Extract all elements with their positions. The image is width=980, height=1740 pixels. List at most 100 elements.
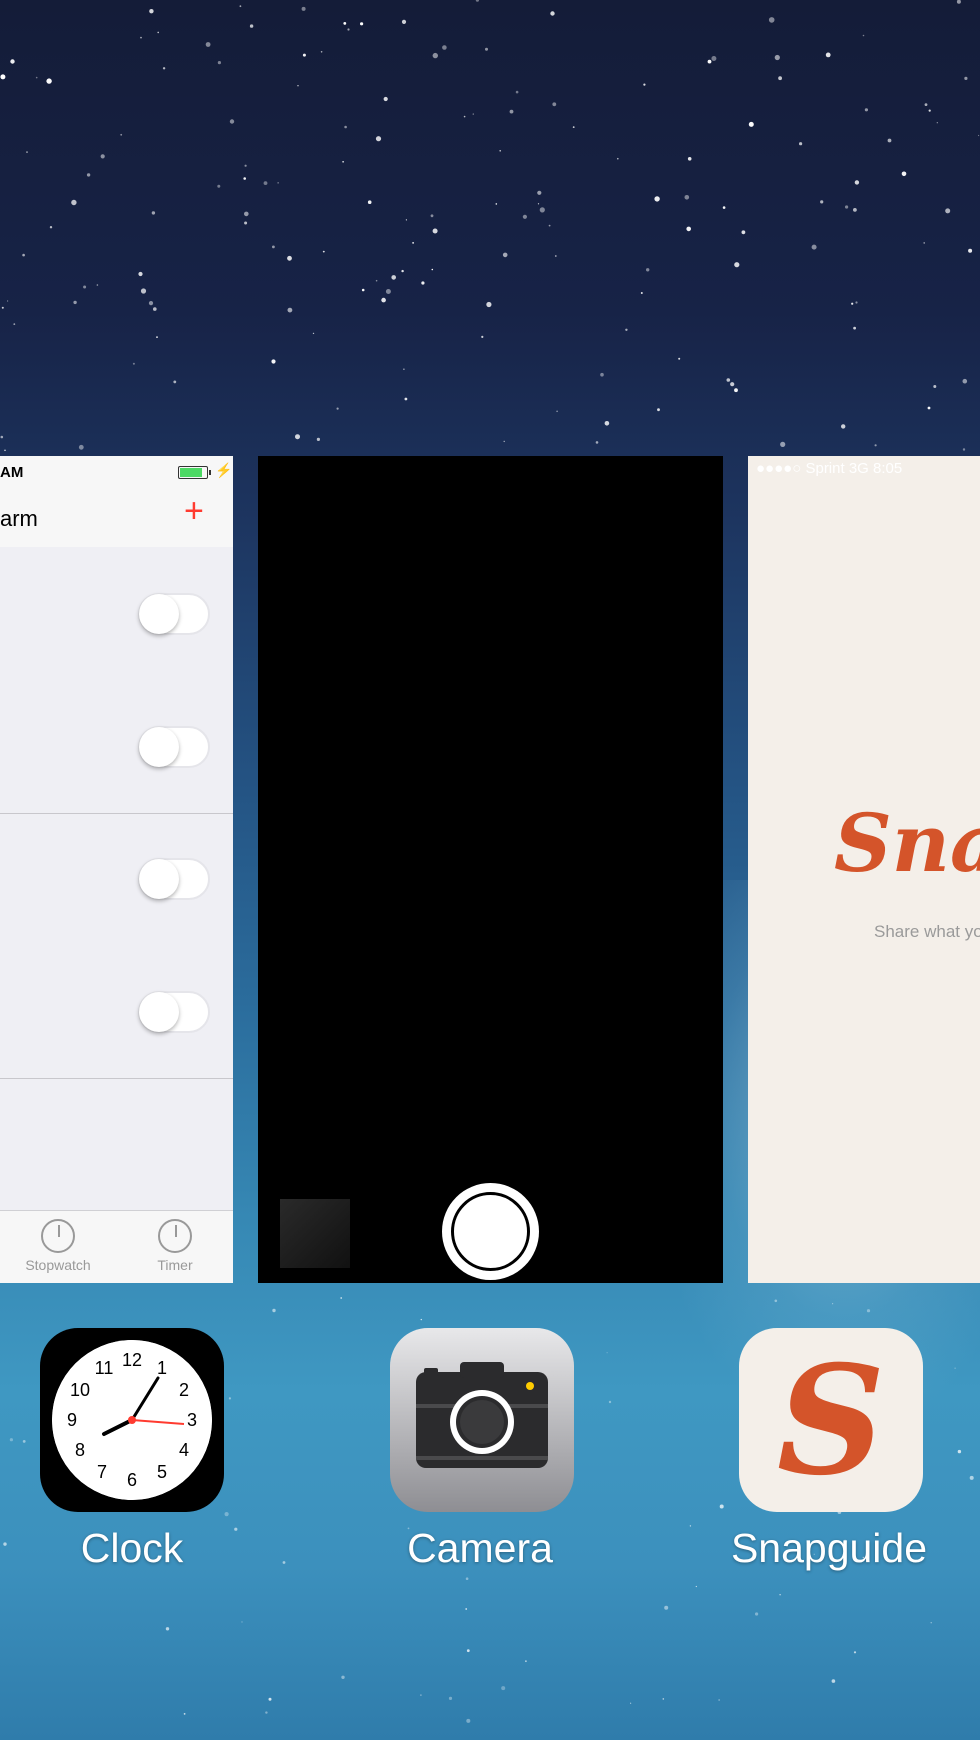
star bbox=[550, 11, 555, 16]
alarm-toggle[interactable] bbox=[138, 991, 210, 1033]
star bbox=[768, 17, 775, 23]
star bbox=[241, 1621, 243, 1623]
star bbox=[741, 230, 746, 235]
star bbox=[448, 1696, 453, 1700]
clock-app-icon[interactable]: 12 1 2 345 678 9 10 11 bbox=[40, 1328, 224, 1512]
star bbox=[244, 211, 249, 217]
star bbox=[962, 378, 968, 384]
star bbox=[224, 1512, 229, 1517]
star bbox=[9, 1438, 13, 1442]
star bbox=[654, 196, 660, 202]
add-alarm-button[interactable]: + bbox=[184, 492, 204, 531]
star bbox=[774, 54, 780, 61]
svg-text:11: 11 bbox=[95, 1358, 114, 1378]
star bbox=[282, 1561, 286, 1564]
star bbox=[217, 184, 221, 188]
star bbox=[923, 242, 925, 244]
star bbox=[640, 292, 643, 294]
camera-app-icon[interactable] bbox=[390, 1328, 574, 1512]
star bbox=[96, 284, 99, 286]
star bbox=[499, 150, 502, 152]
star bbox=[243, 177, 246, 180]
star bbox=[165, 1627, 170, 1631]
star bbox=[162, 67, 166, 70]
star bbox=[718, 1699, 720, 1701]
star bbox=[10, 59, 15, 64]
star bbox=[657, 408, 660, 412]
svg-text:8: 8 bbox=[75, 1440, 85, 1460]
snapguide-logo: Snapguide bbox=[834, 796, 980, 890]
star bbox=[643, 83, 646, 86]
star bbox=[49, 226, 53, 229]
tab-stopwatch[interactable]: Stopwatch bbox=[18, 1219, 98, 1273]
app-card-camera[interactable] bbox=[258, 456, 723, 1283]
star bbox=[217, 61, 221, 65]
star bbox=[13, 323, 16, 325]
star bbox=[156, 336, 158, 338]
star bbox=[927, 406, 931, 410]
star bbox=[405, 219, 407, 221]
star bbox=[600, 372, 604, 377]
star bbox=[495, 203, 498, 205]
row-separator bbox=[0, 813, 233, 814]
star bbox=[820, 200, 824, 204]
app-label-camera: Camera bbox=[407, 1525, 553, 1571]
star bbox=[86, 173, 91, 177]
star bbox=[472, 113, 474, 115]
star bbox=[420, 1318, 422, 1321]
star bbox=[431, 268, 434, 271]
star bbox=[343, 22, 347, 25]
star bbox=[375, 279, 378, 282]
star bbox=[933, 385, 937, 388]
star bbox=[153, 307, 157, 311]
tab-timer[interactable]: Timer bbox=[135, 1219, 215, 1273]
stopwatch-icon bbox=[41, 1219, 75, 1253]
star bbox=[132, 362, 135, 365]
shutter-button[interactable] bbox=[442, 1183, 539, 1280]
star bbox=[403, 368, 405, 371]
star bbox=[719, 1504, 724, 1509]
star bbox=[711, 56, 717, 61]
star bbox=[537, 190, 542, 195]
tab-label: Timer bbox=[157, 1257, 193, 1273]
last-photo-thumbnail[interactable] bbox=[280, 1199, 350, 1268]
star bbox=[249, 24, 254, 28]
app-card-clock[interactable]: AM ⚡ arm + Stopwatch Timer bbox=[0, 456, 233, 1283]
star bbox=[341, 1675, 345, 1680]
svg-text:2: 2 bbox=[179, 1380, 189, 1400]
star bbox=[120, 133, 123, 136]
star bbox=[383, 96, 388, 102]
star bbox=[432, 228, 438, 234]
alarm-toggle[interactable] bbox=[138, 858, 210, 900]
alarm-toggle[interactable] bbox=[138, 726, 210, 768]
app-card-snapguide[interactable]: ●●●●○ Sprint 3G 8:05 Snapguide Share wha… bbox=[748, 456, 980, 1283]
star bbox=[687, 157, 692, 161]
star bbox=[964, 76, 968, 80]
star bbox=[401, 269, 404, 273]
star bbox=[811, 244, 817, 250]
status-bar: AM ⚡ bbox=[0, 456, 233, 486]
star bbox=[695, 1585, 697, 1588]
star bbox=[367, 200, 372, 204]
star bbox=[689, 1525, 692, 1527]
star bbox=[272, 1308, 276, 1313]
star bbox=[748, 121, 754, 127]
star bbox=[548, 224, 551, 227]
nav-title: arm bbox=[0, 506, 38, 531]
star bbox=[287, 307, 293, 313]
app-label-clock: Clock bbox=[80, 1525, 184, 1571]
star bbox=[375, 136, 382, 142]
star bbox=[430, 214, 434, 218]
star bbox=[228, 1397, 231, 1400]
alarm-toggle[interactable] bbox=[138, 593, 210, 635]
star bbox=[831, 1679, 836, 1683]
snapguide-app-icon[interactable]: S bbox=[739, 1328, 923, 1512]
status-time: AM bbox=[0, 464, 24, 481]
star bbox=[421, 281, 425, 285]
nav-bar: arm + bbox=[0, 486, 233, 547]
star bbox=[678, 357, 681, 360]
star bbox=[502, 252, 508, 258]
star bbox=[465, 1577, 469, 1580]
star bbox=[140, 36, 142, 39]
star bbox=[572, 126, 575, 128]
